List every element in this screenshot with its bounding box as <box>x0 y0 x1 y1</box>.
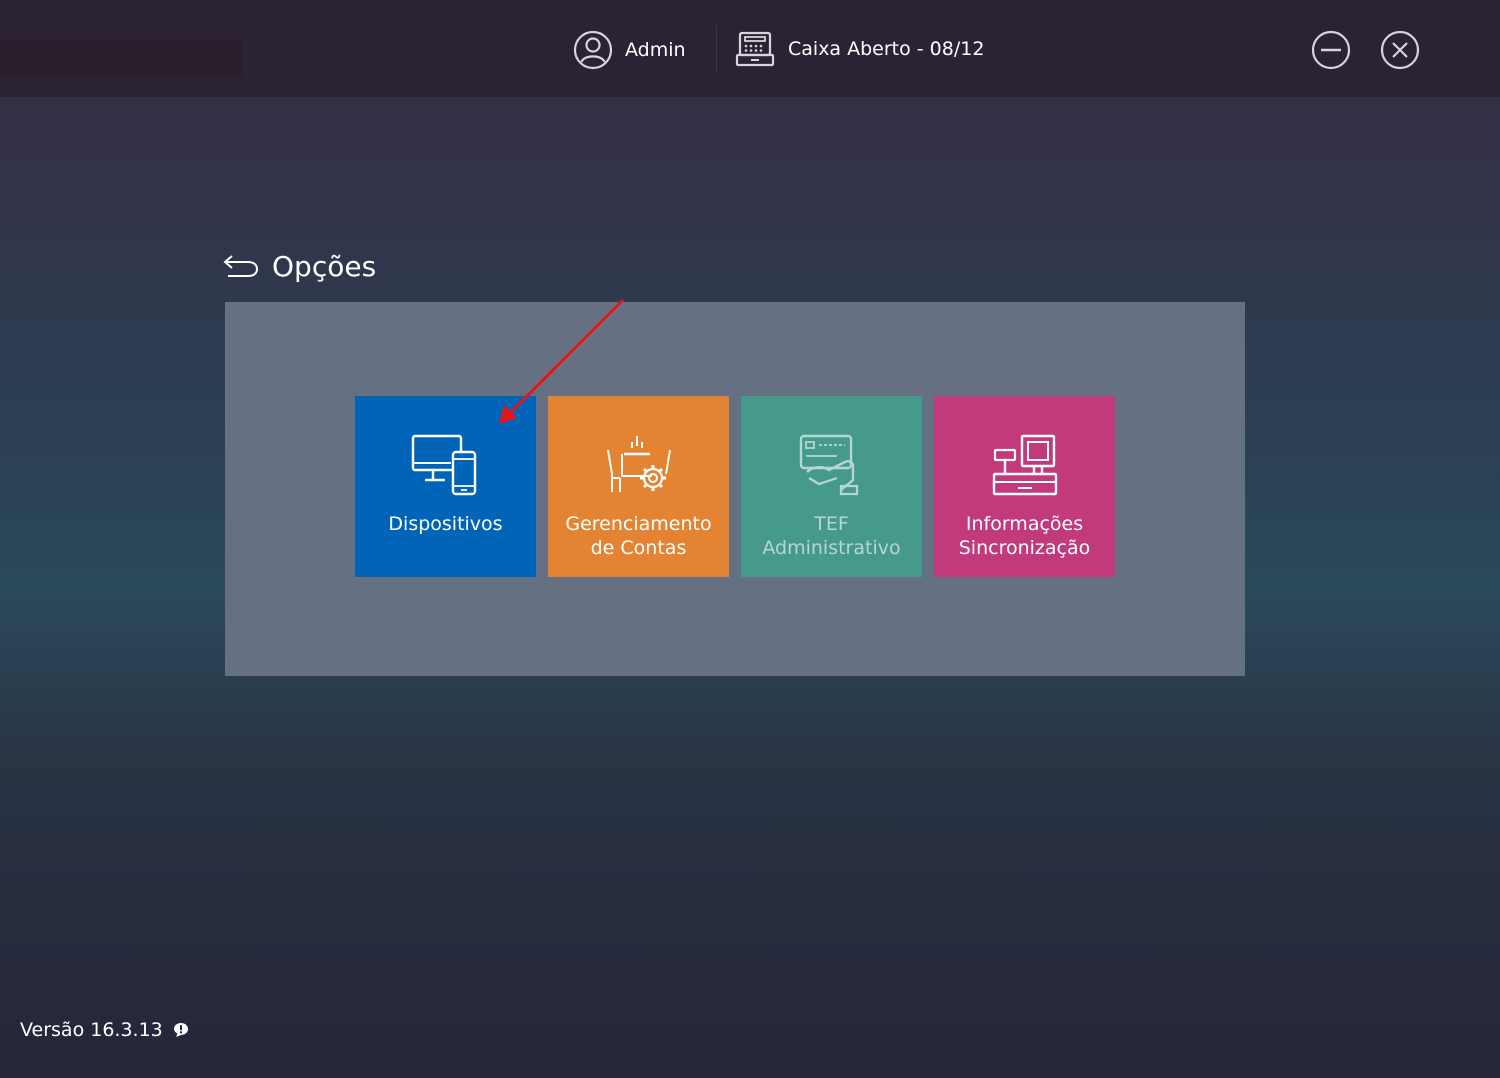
topbar-divider <box>716 25 717 73</box>
top-bar-shade <box>0 40 242 76</box>
card-payment-icon <box>799 434 858 496</box>
tile-dispositivos[interactable]: Dispositivos <box>355 396 536 577</box>
info-bubble-icon[interactable] <box>173 1022 189 1038</box>
cash-register-icon <box>992 434 1057 496</box>
back-header[interactable]: Opções <box>222 246 376 286</box>
dining-gear-icon <box>606 436 671 492</box>
version-text: Versão 16.3.13 <box>20 1019 163 1041</box>
tile-tef-administrativo[interactable]: TEF Administrativo <box>741 396 922 577</box>
top-bar: Admin Caixa Aberto - 08/12 <box>0 0 1500 97</box>
back-arrow-icon <box>223 255 259 277</box>
close-button[interactable] <box>1380 30 1420 70</box>
version-info: Versão 16.3.13 <box>20 1017 189 1043</box>
tile-label: Dispositivos <box>388 513 503 535</box>
user-name: Admin <box>625 39 686 61</box>
minimize-button[interactable] <box>1311 30 1351 70</box>
tile-informacoes-sincronizacao[interactable]: Informações Sincronização <box>934 396 1115 577</box>
page-title: Opções <box>272 249 377 283</box>
register-status[interactable]: Caixa Aberto - 08/12 <box>735 29 984 69</box>
user-info[interactable]: Admin <box>573 30 686 70</box>
devices-icon <box>411 434 476 496</box>
tile-label: Gerenciamento de Contas <box>565 513 712 559</box>
tile-gerenciamento-de-contas[interactable]: Gerenciamento de Contas <box>548 396 729 577</box>
register-status-text: Caixa Aberto - 08/12 <box>788 38 985 60</box>
options-panel: Dispositivos Gerenciamento de Contas TEF… <box>225 302 1245 676</box>
tile-label: Informações Sincronização <box>958 513 1091 559</box>
cash-register-icon <box>735 31 775 67</box>
user-icon <box>573 30 613 70</box>
tile-label: TEF Administrativo <box>762 513 901 559</box>
